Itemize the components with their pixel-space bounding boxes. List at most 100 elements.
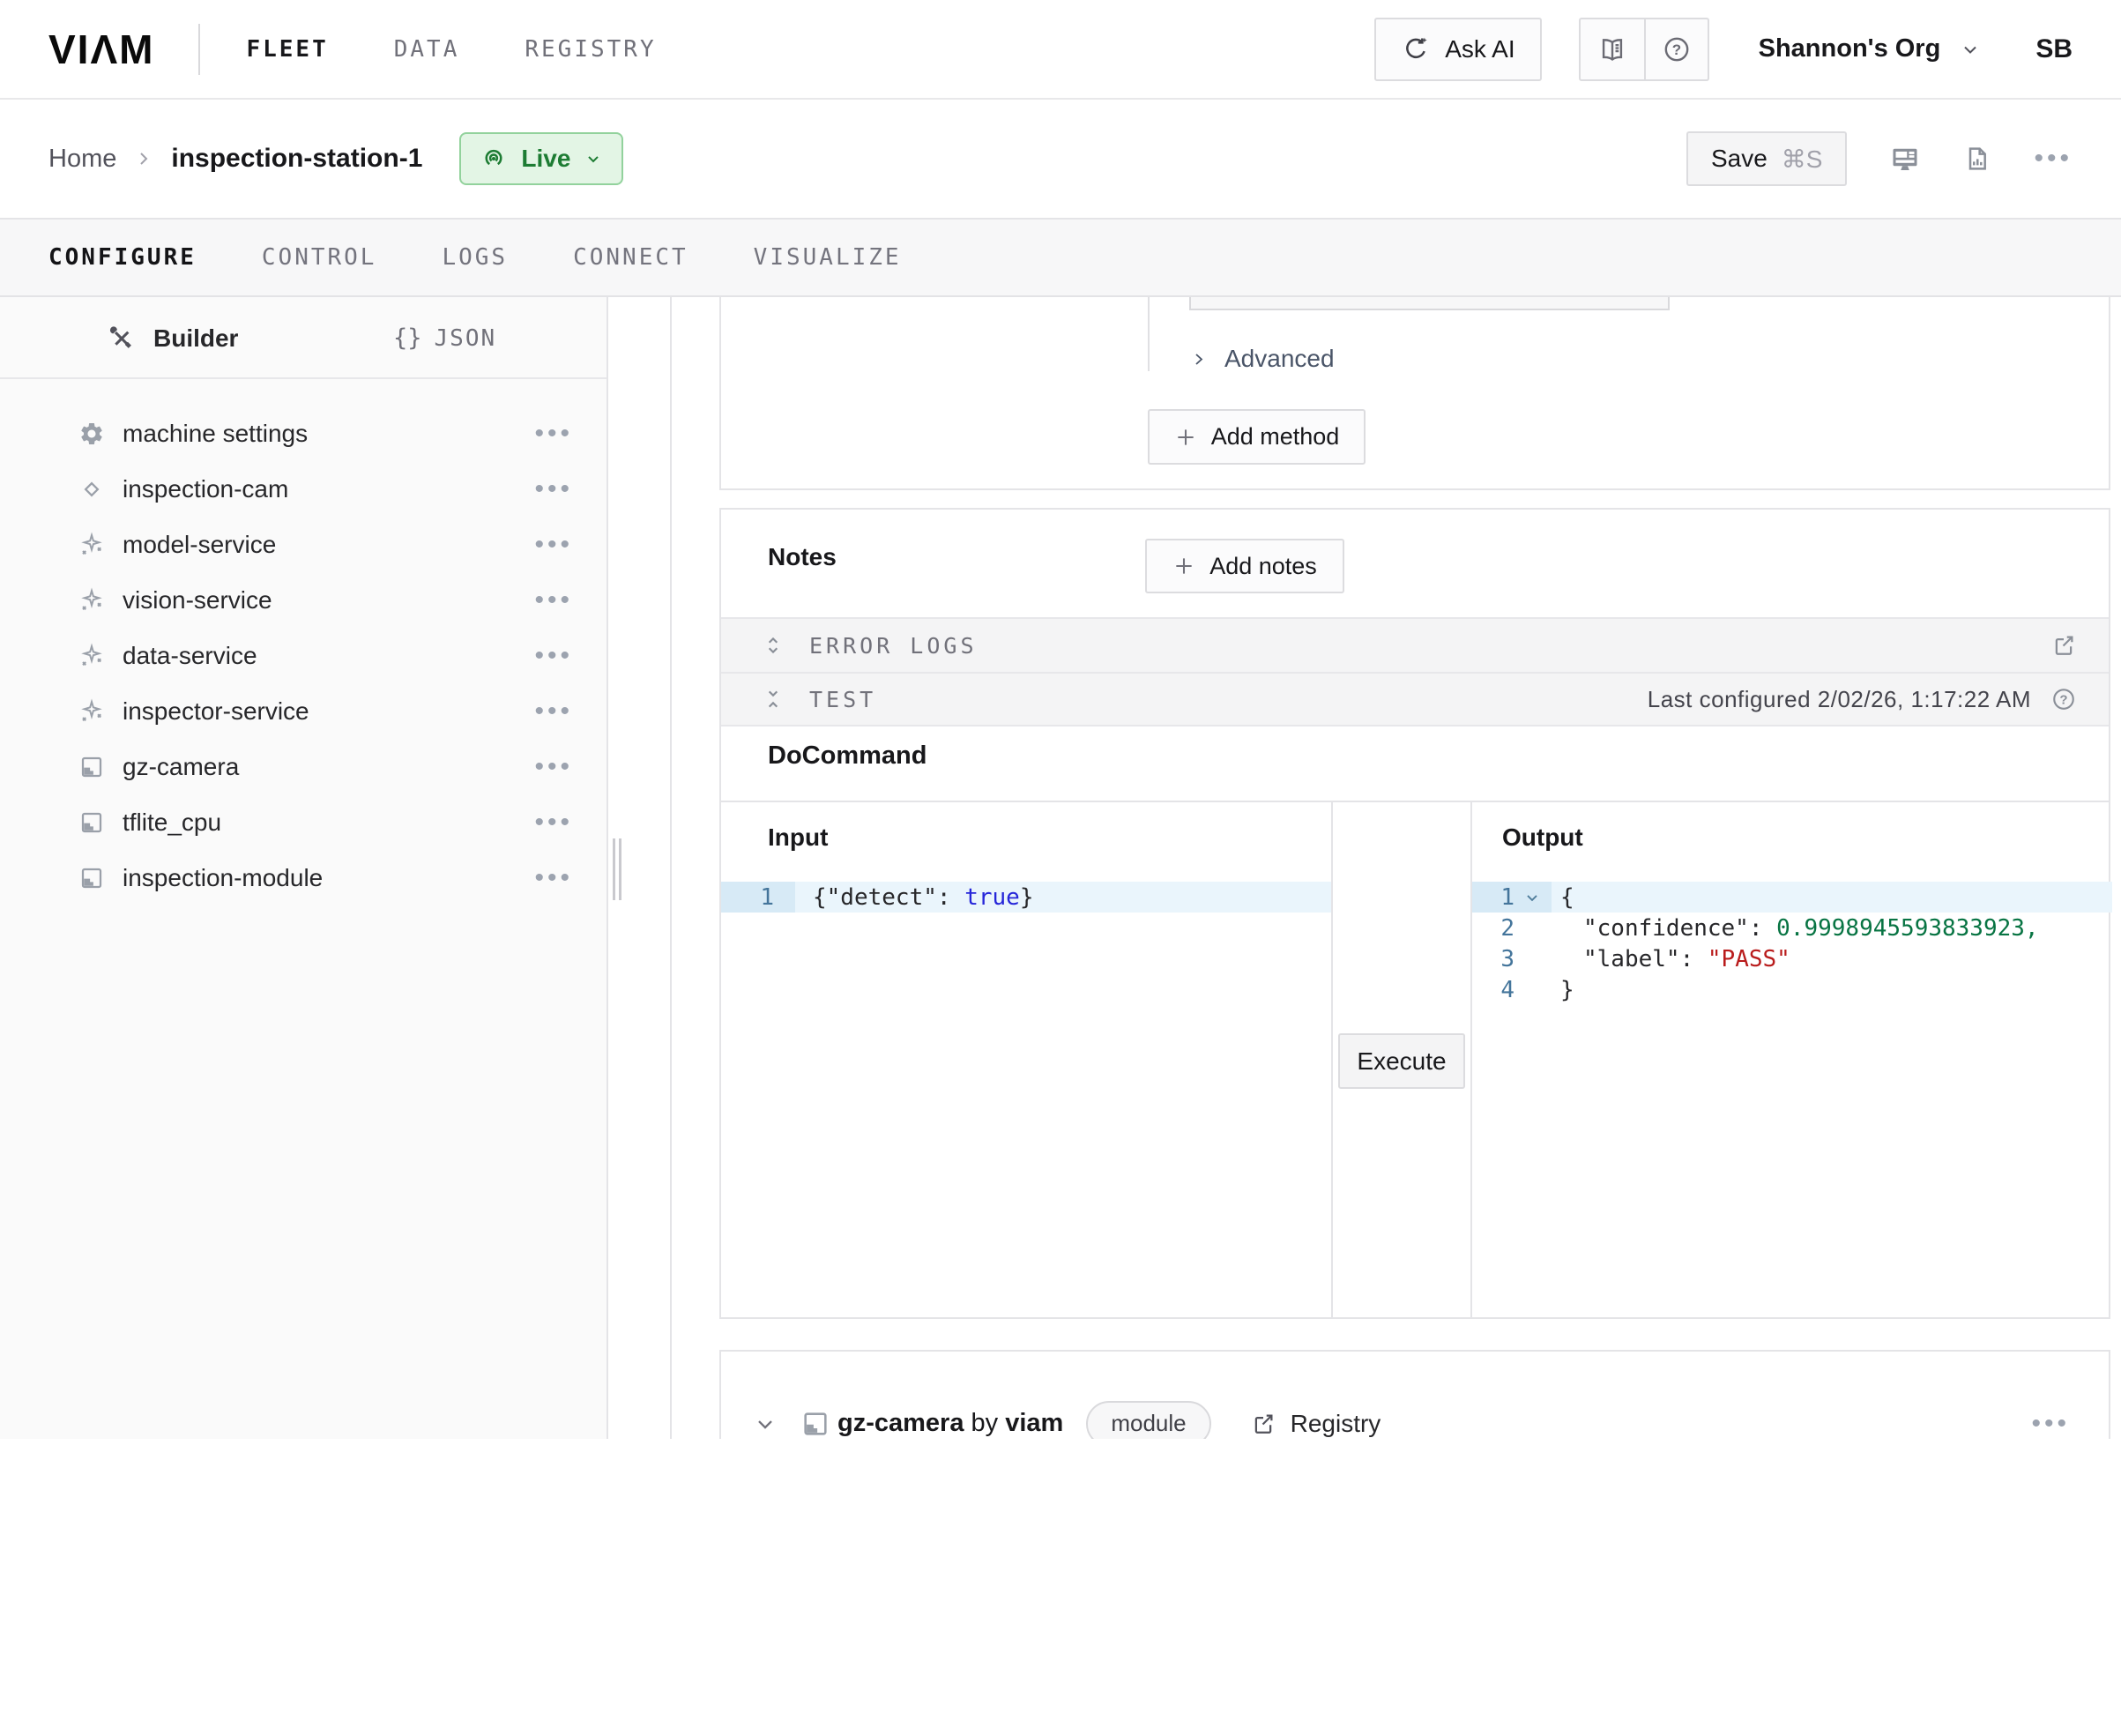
ellipsis-icon[interactable]: •••	[534, 652, 573, 660]
chevron-down-icon	[1960, 39, 1981, 60]
last-configured-text: Last configured 2/02/26, 1:17:22 AM	[1648, 686, 2031, 713]
tree-item-vision-service[interactable]: vision-service •••	[0, 572, 607, 628]
config-main-panel: Advanced Add method Notes Add notes	[672, 297, 2121, 1439]
line-number: 4	[1472, 974, 1552, 1005]
input-editor-line[interactable]: 1 {"detect": true}	[721, 882, 1331, 913]
tree-item-model-service[interactable]: model-service •••	[0, 517, 607, 572]
tree-item-inspector-service[interactable]: inspector-service •••	[0, 683, 607, 739]
tree-item-gz-camera[interactable]: gz-camera •••	[0, 739, 607, 794]
tree-item-label: vision-service	[123, 586, 272, 615]
test-label: TEST	[809, 687, 876, 712]
ellipsis-icon[interactable]: •••	[534, 540, 573, 549]
help-icon: ?	[1662, 34, 1692, 64]
ellipsis-icon[interactable]: •••	[534, 763, 573, 771]
add-notes-button[interactable]: Add notes	[1145, 539, 1344, 593]
save-button[interactable]: Save ⌘S	[1686, 131, 1848, 186]
output-editor-line[interactable]: 2 "confidence": 0.9998945593833923,	[1472, 913, 2112, 943]
tree-item-machine-settings[interactable]: machine settings •••	[0, 406, 607, 461]
chevron-down-icon[interactable]	[753, 1412, 778, 1436]
broadcast-icon	[480, 145, 507, 172]
module-card: gz-camera by viam module Registry •••	[719, 1350, 2110, 1439]
ellipsis-icon[interactable]: •••	[534, 485, 573, 494]
tree-item-label: machine settings	[123, 420, 308, 448]
app-header: VIΛM FLEET DATA REGISTRY Ask AI	[0, 0, 2121, 100]
collapse-icon	[762, 688, 785, 711]
nav-fleet[interactable]: FLEET	[246, 36, 328, 63]
tree-item-label: inspection-cam	[123, 475, 288, 503]
gear-icon	[78, 421, 105, 447]
tree-item-inspection-cam[interactable]: inspection-cam •••	[0, 461, 607, 517]
service-detail-card: Notes Add notes ERROR LOGS	[719, 508, 2110, 1319]
method-indent-rule	[1148, 297, 1150, 371]
nav-registry[interactable]: REGISTRY	[525, 36, 656, 63]
output-editor-line[interactable]: 3 "label": "PASS"	[1472, 943, 2112, 974]
sidebar-resize-handle[interactable]	[613, 838, 623, 900]
help-icon[interactable]: ?	[2050, 686, 2077, 712]
ask-ai-button[interactable]: Ask AI	[1374, 18, 1541, 81]
ellipsis-icon[interactable]: •••	[534, 429, 573, 438]
ellipsis-icon[interactable]: •••	[534, 874, 573, 883]
help-button[interactable]: ?	[1644, 19, 1708, 79]
org-switcher[interactable]: Shannon's Org	[1759, 34, 1982, 63]
output-code: }	[1552, 977, 1574, 1003]
builder-label: Builder	[153, 324, 238, 353]
module-icon	[800, 1409, 830, 1439]
tab-control[interactable]: CONTROL	[262, 244, 377, 271]
more-actions-button[interactable]: •••	[2034, 154, 2073, 163]
braces-icon: {}	[393, 324, 422, 352]
svg-text:?: ?	[1671, 41, 1680, 57]
builder-mode-button[interactable]: Builder	[108, 297, 238, 379]
docommand-input-pane: Input 1 {"detect": true}	[721, 802, 1331, 1319]
tab-logs[interactable]: LOGS	[442, 244, 508, 271]
sparkle-icon	[78, 587, 105, 614]
test-bar[interactable]: TEST Last configured 2/02/26, 1:17:22 AM…	[721, 672, 2109, 726]
fold-chevron-icon[interactable]	[1523, 889, 1541, 906]
truncated-field[interactable]	[1189, 297, 1670, 310]
header-divider	[198, 24, 200, 75]
top-nav: FLEET DATA REGISTRY	[246, 36, 656, 63]
documentation-button[interactable]	[1581, 19, 1644, 79]
external-link-icon	[1250, 1411, 1276, 1437]
nav-data[interactable]: DATA	[394, 36, 460, 63]
tab-visualize[interactable]: VISUALIZE	[754, 244, 902, 271]
machine-page-button[interactable]	[1889, 143, 1921, 175]
ellipsis-icon[interactable]: •••	[534, 818, 573, 827]
add-method-button[interactable]: Add method	[1148, 409, 1366, 465]
output-editor-line[interactable]: 1 {	[1472, 882, 2112, 913]
line-number: 1	[1472, 882, 1552, 913]
status-label: Live	[521, 145, 570, 173]
advanced-label: Advanced	[1224, 345, 1335, 373]
module-card-header: gz-camera by viam module Registry •••	[721, 1352, 2109, 1439]
tree-item-tflite-cpu[interactable]: tflite_cpu •••	[0, 794, 607, 850]
ellipsis-icon[interactable]: •••	[534, 707, 573, 716]
tree-item-label: inspector-service	[123, 697, 309, 726]
tab-connect[interactable]: CONNECT	[573, 244, 688, 271]
tab-configure[interactable]: CONFIGURE	[48, 244, 197, 271]
registry-link[interactable]: Registry	[1250, 1410, 1381, 1438]
advanced-toggle[interactable]: Advanced	[1191, 345, 1335, 373]
avatar[interactable]: SB	[2035, 34, 2073, 64]
tree-item-data-service[interactable]: data-service •••	[0, 628, 607, 683]
docs-help-group: ?	[1579, 18, 1709, 81]
history-report-button[interactable]	[1963, 145, 1991, 173]
line-number: 2	[1472, 913, 1552, 943]
error-logs-label: ERROR LOGS	[809, 633, 978, 659]
add-method-label: Add method	[1211, 423, 1340, 451]
file-chart-icon	[1963, 145, 1991, 173]
output-editor-line[interactable]: 4 }	[1472, 974, 2112, 1005]
output-pane-title: Output	[1502, 823, 1583, 852]
output-code: "confidence": 0.9998945593833923,	[1552, 915, 2039, 942]
machine-status-dropdown[interactable]: Live	[459, 132, 623, 185]
error-logs-bar[interactable]: ERROR LOGS	[721, 617, 2109, 672]
external-link-icon[interactable]	[2050, 632, 2077, 659]
json-mode-button[interactable]: {} JSON	[393, 297, 496, 379]
component-tree: inspection-station-1-main ••• machine se…	[0, 379, 607, 905]
module-more-button[interactable]: •••	[2031, 1419, 2070, 1428]
breadcrumb-home-link[interactable]: Home	[48, 145, 116, 174]
output-code: "label": "PASS"	[1552, 946, 1790, 972]
ellipsis-icon[interactable]: •••	[534, 596, 573, 605]
monitor-icon	[1889, 143, 1921, 175]
tree-item-inspection-module[interactable]: inspection-module •••	[0, 850, 607, 905]
execute-button[interactable]: Execute	[1338, 1033, 1465, 1089]
chevron-right-icon	[1191, 348, 1207, 369]
